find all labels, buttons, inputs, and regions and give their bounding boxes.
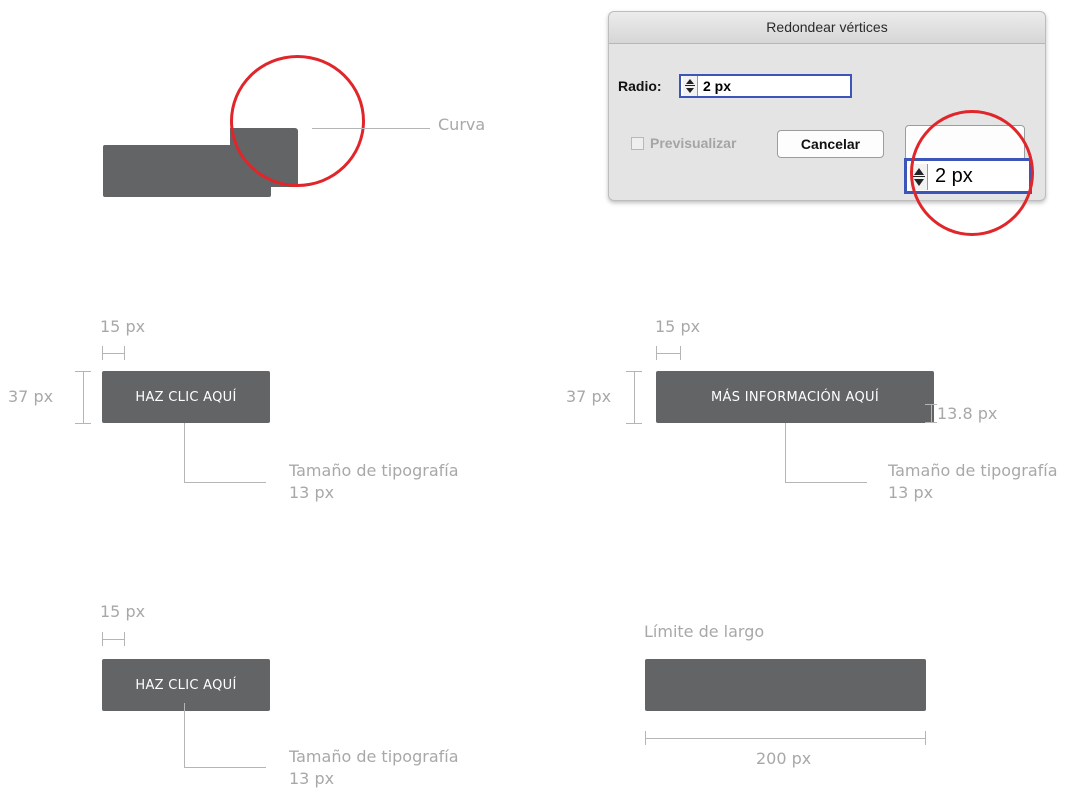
font-size-title: Tamaño de tipografía xyxy=(289,747,459,766)
font-size-title: Tamaño de tipografía xyxy=(289,461,459,480)
button-height-label: 37 px xyxy=(566,387,612,406)
font-size-leader-horizontal xyxy=(184,482,266,483)
preview-checkbox[interactable] xyxy=(631,137,644,150)
preview-label: Previsualizar xyxy=(650,135,737,151)
padding-measure-bar xyxy=(102,353,124,354)
sample-cta-button-label: HAZ CLIC AQUÍ xyxy=(135,389,237,405)
sample-info-button[interactable]: MÁS INFORMACIÓN AQUÍ xyxy=(656,371,934,423)
font-size-leader-vertical xyxy=(785,423,786,483)
dialog-title: Redondear vértices xyxy=(609,12,1045,44)
input-highlight-circle xyxy=(910,110,1034,236)
radius-stepper-icon[interactable] xyxy=(683,76,698,96)
horizontal-padding-label: 15 px xyxy=(100,602,146,621)
cancel-button[interactable]: Cancelar xyxy=(777,130,884,158)
horizontal-padding-label: 15 px xyxy=(100,317,146,336)
font-size-leader-vertical xyxy=(184,703,185,768)
sample-cta-button[interactable]: HAZ CLIC AQUÍ xyxy=(102,371,270,423)
length-value-label: 200 px xyxy=(756,749,812,768)
font-size-value: 13 px xyxy=(289,769,335,788)
radius-label: Radio: xyxy=(618,78,662,94)
corner-highlight-circle xyxy=(230,55,365,187)
font-size-title: Tamaño de tipografía xyxy=(888,461,1058,480)
font-size-value: 13 px xyxy=(888,483,934,502)
font-size-leader-horizontal xyxy=(184,767,266,768)
length-limit-label: Límite de largo xyxy=(644,622,765,641)
horizontal-padding-label: 15 px xyxy=(655,317,701,336)
radius-input[interactable]: 2 px xyxy=(679,74,852,98)
padding-measure-bar xyxy=(102,639,124,640)
font-size-leader-vertical xyxy=(184,423,185,483)
length-measure-bar xyxy=(645,738,926,739)
length-limit-bar xyxy=(645,659,926,711)
height-measure-bar xyxy=(634,371,635,424)
sample-info-button-label: MÁS INFORMACIÓN AQUÍ xyxy=(711,389,879,405)
font-size-value: 13 px xyxy=(289,483,335,502)
curve-label: Curva xyxy=(438,115,486,134)
padding-measure-bar xyxy=(656,353,680,354)
height-measure-bar xyxy=(83,371,84,424)
vertical-padding-measure-bar xyxy=(931,404,932,423)
button-height-label: 37 px xyxy=(8,387,54,406)
sample-cta-button[interactable]: HAZ CLIC AQUÍ xyxy=(102,659,270,711)
vertical-padding-label: 13.8 px xyxy=(937,404,998,423)
radius-value: 2 px xyxy=(703,78,732,94)
style-guide-canvas: Curva Redondear vértices Radio: 2 px Pre… xyxy=(0,0,1084,794)
sample-cta-button-label: HAZ CLIC AQUÍ xyxy=(135,677,237,693)
curve-leader-line xyxy=(312,128,430,129)
font-size-leader-horizontal xyxy=(785,482,867,483)
